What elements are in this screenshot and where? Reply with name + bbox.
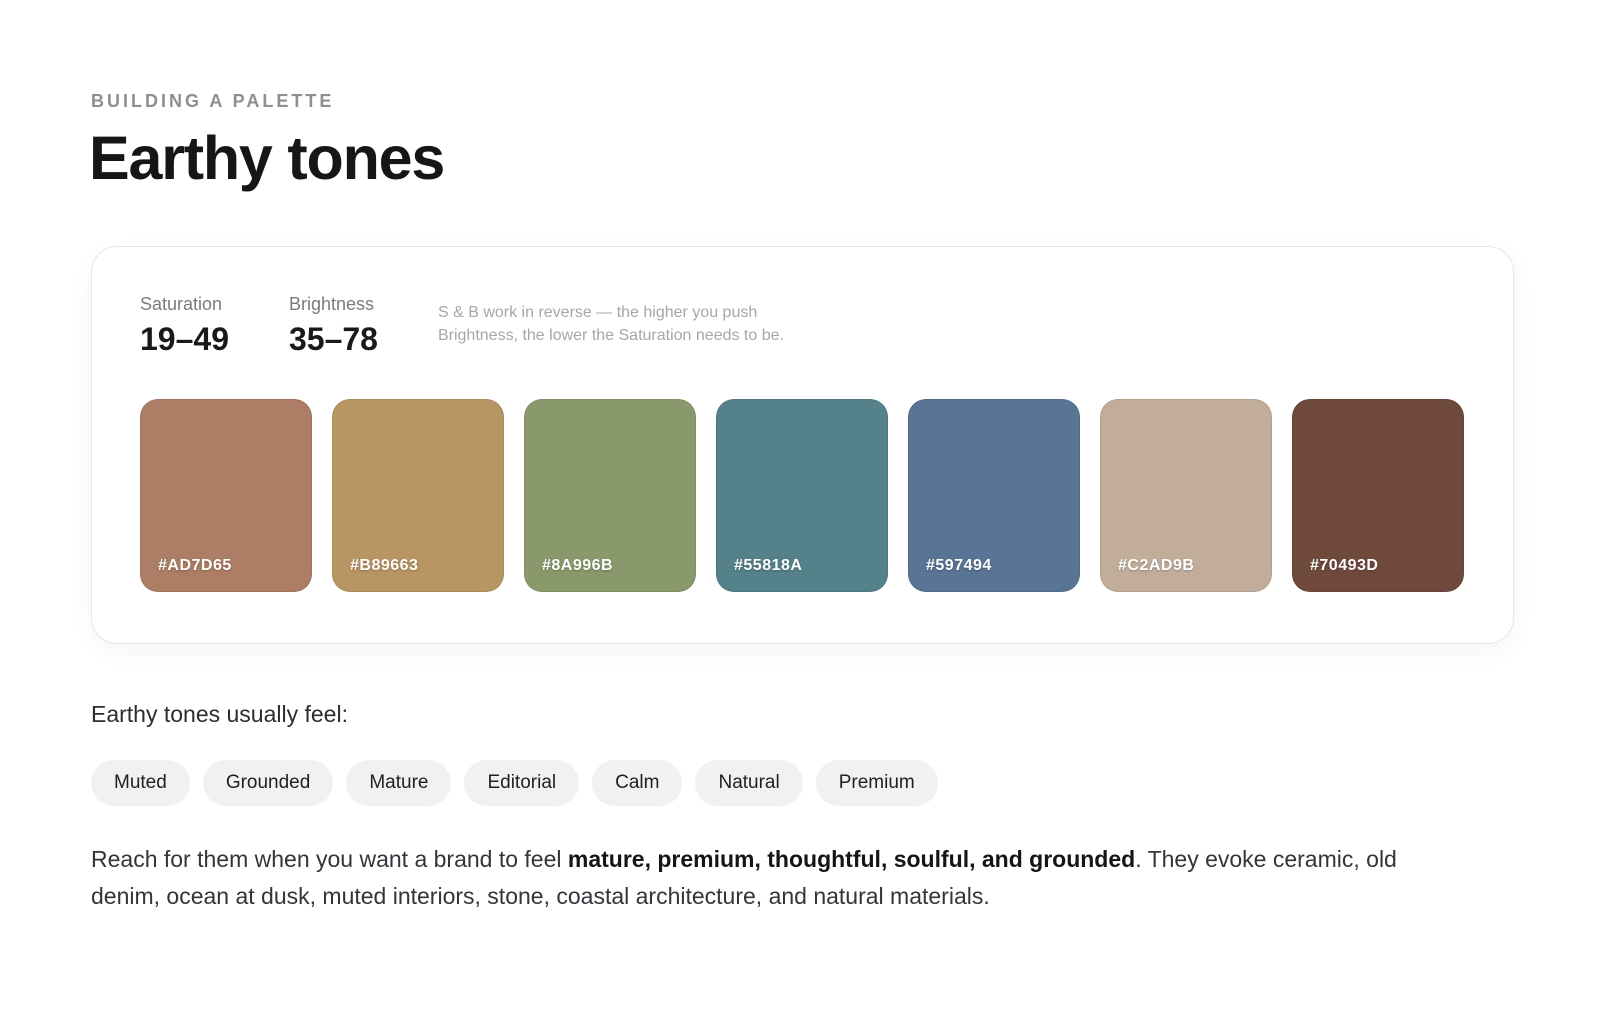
swatch-hex-label: #AD7D65: [158, 557, 232, 574]
description-emphasis: mature, premium, thoughtful, soulful, an…: [567, 846, 1136, 872]
palette-page: BUILDING A PALETTE Earthy tones Saturati…: [89, 88, 1516, 909]
feel-tag: Calm: [592, 760, 683, 806]
feel-tag: Natural: [695, 760, 803, 806]
sb-note: S & B work in reverse — the higher you p…: [438, 301, 838, 347]
swatch-hex-label: #70493D: [1310, 557, 1379, 574]
swatch-row: #AD7D65 #B89663 #8A996B #55818A #597494 …: [140, 399, 1464, 592]
color-swatch[interactable]: #70493D: [1292, 399, 1464, 592]
color-swatch[interactable]: #597494: [908, 399, 1080, 592]
saturation-value: 19–49: [140, 321, 229, 357]
color-swatch[interactable]: #B89663: [332, 399, 504, 592]
description-lead: Reach for them when you want a brand to …: [91, 846, 568, 872]
swatch-hex-label: #597494: [926, 557, 992, 574]
brightness-value: 35–78: [288, 321, 378, 357]
swatch-hex-label: #B89663: [350, 557, 419, 574]
palette-card: Saturation 19–49 Brightness 35–78 S & B …: [91, 246, 1514, 644]
sb-note-line-1: S & B work in reverse — the higher you p…: [437, 304, 758, 321]
swatch-hex-label: #55818A: [734, 557, 803, 574]
swatch-hex-label: #C2AD9B: [1118, 557, 1195, 574]
feel-tag: Premium: [815, 760, 938, 806]
description-paragraph: Reach for them when you want a brand to …: [91, 841, 1471, 915]
feel-heading: Earthy tones usually feel:: [91, 701, 348, 727]
color-swatch[interactable]: #AD7D65: [140, 399, 312, 592]
color-swatch[interactable]: #8A996B: [524, 399, 696, 592]
stats-row: Saturation 19–49 Brightness 35–78 S & B …: [140, 293, 838, 359]
brightness-label: Brightness: [288, 294, 375, 314]
sb-note-line-2: Brightness, the lower the Saturation nee…: [437, 327, 784, 344]
color-swatch[interactable]: #55818A: [716, 399, 888, 592]
page-title: Earthy tones: [89, 124, 445, 192]
feel-tag: Mature: [346, 760, 452, 806]
color-swatch[interactable]: #C2AD9B: [1100, 399, 1272, 592]
feel-tag-list: Muted Grounded Mature Editorial Calm Nat…: [91, 760, 951, 806]
brightness-stat: Brightness 35–78: [289, 293, 378, 359]
saturation-label: Saturation: [140, 294, 223, 314]
swatch-hex-label: #8A996B: [542, 557, 614, 574]
feel-tag: Grounded: [202, 760, 334, 806]
saturation-stat: Saturation 19–49: [140, 293, 229, 359]
section-eyebrow: BUILDING A PALETTE: [91, 91, 335, 111]
feel-tag: Editorial: [464, 760, 580, 806]
feel-tag: Muted: [91, 760, 190, 806]
